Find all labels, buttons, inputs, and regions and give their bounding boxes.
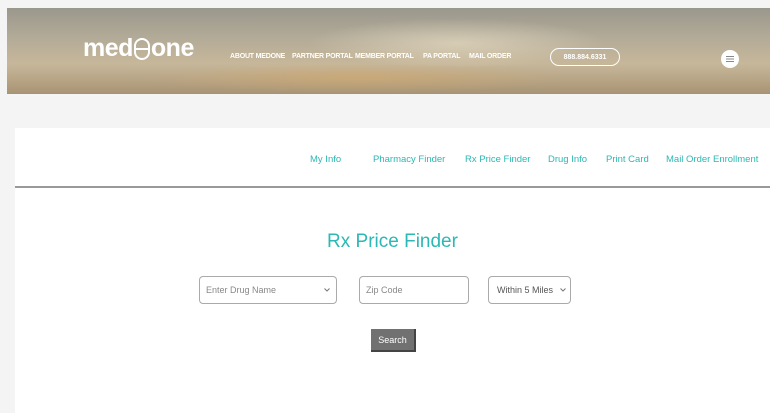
- zip-code-placeholder: Zip Code: [366, 285, 403, 295]
- nav-member-portal[interactable]: MEMBER PORTAL: [355, 53, 414, 60]
- logo-text-left: med: [83, 34, 133, 62]
- content-card: My Info Pharmacy Finder Rx Price Finder …: [15, 128, 770, 413]
- drug-name-select[interactable]: Enter Drug Name: [199, 276, 337, 304]
- medone-logo[interactable]: med one: [83, 34, 194, 63]
- menu-button[interactable]: [721, 50, 739, 68]
- radius-selected-value: Within 5 Miles: [497, 285, 554, 295]
- logo-text-right: one: [150, 34, 194, 62]
- page-title: Rx Price Finder: [327, 231, 458, 252]
- site-header: med one ABOUT MEDONE PARTNER PORTAL MEMB…: [7, 8, 770, 94]
- header-sun: [147, 63, 567, 93]
- chevron-down-icon: [324, 277, 330, 303]
- capsule-icon: [133, 37, 150, 60]
- subnav-rx-price-finder[interactable]: Rx Price Finder: [465, 154, 530, 165]
- drug-name-placeholder: Enter Drug Name: [206, 285, 277, 295]
- nav-mail-order[interactable]: MAIL ORDER: [469, 53, 511, 60]
- radius-select[interactable]: Within 5 Miles: [488, 276, 571, 304]
- nav-partner-portal[interactable]: PARTNER PORTAL: [292, 53, 353, 60]
- subnav-print-card[interactable]: Print Card: [606, 154, 649, 165]
- nav-about-medone[interactable]: ABOUT MEDONE: [230, 53, 285, 60]
- subnav-mail-order-enrollment[interactable]: Mail Order Enrollment: [666, 154, 758, 165]
- chevron-down-icon: [560, 277, 566, 303]
- subnav-drug-info[interactable]: Drug Info: [548, 154, 587, 165]
- zip-code-input[interactable]: Zip Code: [359, 276, 469, 304]
- nav-pa-portal[interactable]: PA PORTAL: [423, 53, 461, 60]
- search-button[interactable]: Search: [371, 329, 416, 352]
- subnav-pharmacy-finder[interactable]: Pharmacy Finder: [373, 154, 445, 165]
- menu-icon: [726, 56, 734, 62]
- subnav-divider: [15, 186, 770, 188]
- phone-button[interactable]: 888.884.6331: [550, 48, 620, 66]
- subnav-my-info[interactable]: My Info: [310, 154, 341, 165]
